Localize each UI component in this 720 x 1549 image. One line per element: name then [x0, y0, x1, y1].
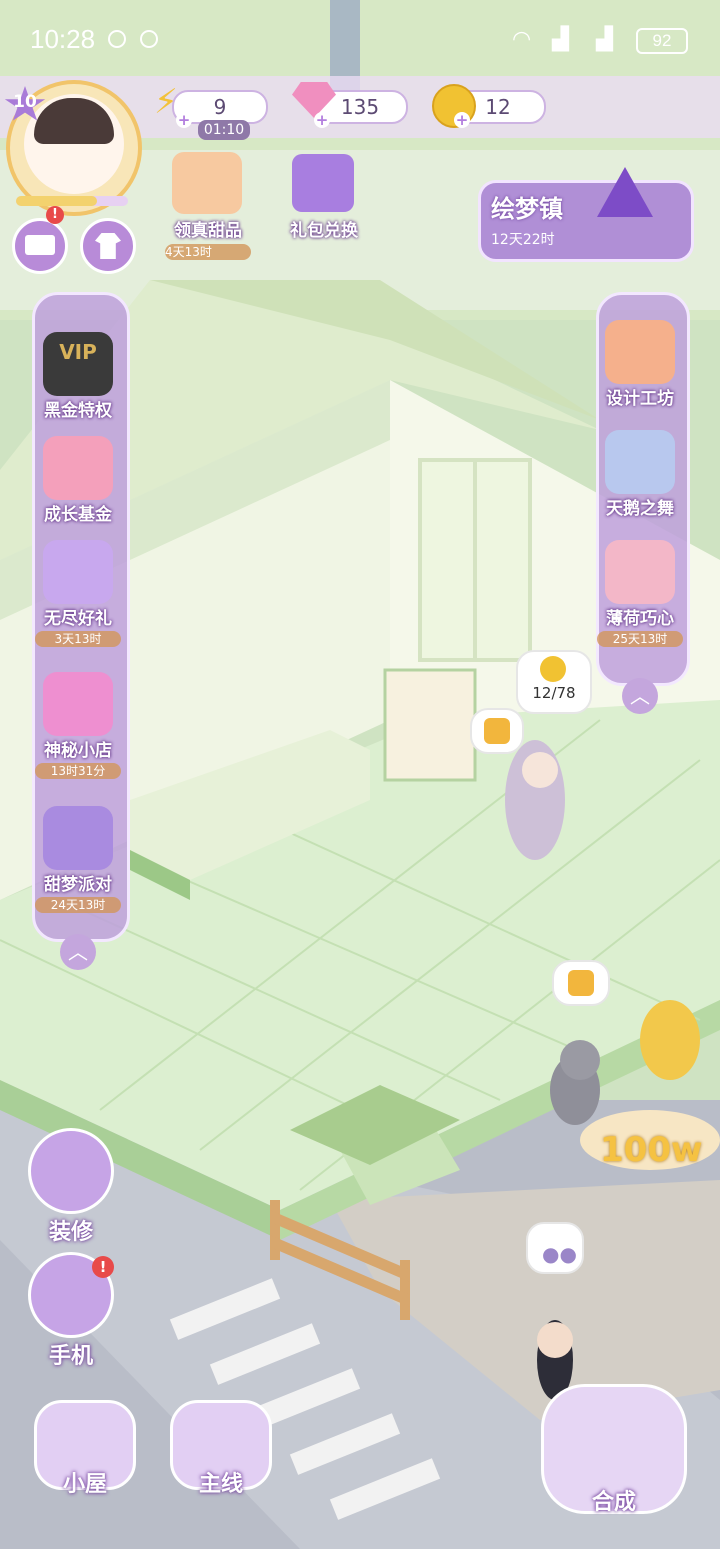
vip-privilege-label: 黑金特权 — [44, 401, 112, 421]
dream-town-label: 绘梦镇 — [491, 195, 563, 223]
dessert-event-button[interactable]: 领真甜品 4天13时 — [160, 140, 256, 260]
swan-dance-button[interactable]: 天鹅之舞 — [592, 430, 688, 519]
swan-dance-label: 天鹅之舞 — [606, 499, 674, 519]
sweet-dream-party-label: 甜梦派对 — [44, 875, 112, 895]
gift-boxes-icon — [43, 436, 113, 500]
decorate-label: 装修 — [48, 1220, 93, 1245]
outfit-icon — [95, 233, 121, 259]
wardrobe-button[interactable] — [80, 218, 136, 274]
design-workshop-label: 设计工坊 — [606, 389, 674, 409]
coin-progress-bubble[interactable]: 12/78 — [516, 650, 592, 714]
alert-badge-icon: ! — [46, 206, 64, 224]
exp-bar-fill — [16, 196, 97, 206]
clock: 10:28 — [30, 24, 96, 54]
vip-card-icon: VIP — [43, 332, 113, 396]
lightning-icon: ⚡ — [154, 82, 178, 122]
nav-merge-button[interactable]: 合成 — [540, 1384, 688, 1516]
dessert-event-timer: 4天13时 — [165, 244, 251, 260]
mint-heart-timer: 25天13时 — [597, 631, 683, 647]
add-gems-button[interactable]: + — [314, 112, 330, 128]
dream-town-banner[interactable]: 绘梦镇 12天22时 — [478, 167, 694, 262]
vip-privilege-button[interactable]: VIP 黑金特权 — [30, 332, 126, 421]
brush-icon — [28, 1128, 114, 1214]
pencil-ruler-icon — [605, 320, 675, 384]
energy-value: 9 — [213, 95, 227, 119]
signal-icon: ▟ — [596, 26, 613, 51]
gem-value: 135 — [340, 95, 380, 119]
mint-heart-label: 薄荷巧心 — [606, 609, 674, 629]
nav-merge-label: 合成 — [591, 1490, 636, 1515]
gift-redeem-label: 礼包兑换 — [290, 221, 358, 241]
coin-value: 12 — [485, 95, 511, 119]
add-energy-button[interactable]: + — [176, 112, 192, 128]
collapse-right-menu-icon[interactable]: ︿ — [622, 678, 658, 714]
endless-gift-label: 无尽好礼 — [44, 609, 112, 629]
order-bubble[interactable] — [552, 960, 610, 1006]
mystery-shop-label: 神秘小店 — [44, 741, 112, 761]
coin-icon — [540, 656, 566, 682]
mystery-shop-button[interactable]: 神秘小店 13时31分 — [30, 672, 126, 779]
collapse-left-menu-icon[interactable]: ︿ — [60, 934, 96, 970]
cake-icon — [172, 152, 242, 214]
gift-box-icon — [292, 154, 354, 212]
dessert-icon — [568, 970, 594, 996]
mystery-shop-timer: 13时31分 — [35, 763, 121, 779]
cake-icon — [605, 540, 675, 604]
dessert-icon — [484, 718, 510, 744]
ellipsis-icon: ●● — [542, 1242, 577, 1266]
party-cards-icon — [43, 806, 113, 870]
nav-house-label: 小屋 — [62, 1472, 107, 1497]
endless-gift-timer: 3天13时 — [35, 631, 121, 647]
player-level: 10 — [13, 92, 37, 112]
chat-bubble[interactable]: ●● — [526, 1222, 584, 1274]
sweet-dream-party-timer: 24天13时 — [35, 897, 121, 913]
wifi-icon: ◠ — [512, 26, 532, 51]
feather-icon — [605, 430, 675, 494]
nav-story-button[interactable]: 主线 — [166, 1400, 276, 1498]
mail-button[interactable] — [12, 218, 68, 274]
nav-house-button[interactable]: 小屋 — [30, 1400, 140, 1498]
treasure-chest-icon — [43, 672, 113, 736]
dessert-event-label: 领真甜品 — [174, 221, 242, 241]
coin-progress-text: 12/78 — [532, 684, 576, 702]
design-workshop-button[interactable]: 设计工坊 — [592, 320, 688, 409]
add-coins-button[interactable]: + — [454, 112, 470, 128]
gift-redeem-button[interactable]: 礼包兑换 — [276, 140, 372, 250]
alert-badge-icon: ! — [92, 1256, 114, 1278]
growth-fund-button[interactable]: 成长基金 — [30, 436, 126, 525]
order-bubble[interactable] — [470, 708, 524, 754]
mail-icon — [25, 235, 55, 255]
notification-icon — [108, 30, 126, 48]
phone-label: 手机 — [48, 1344, 93, 1369]
dream-town-timer: 12天22时 — [491, 232, 555, 248]
growth-fund-label: 成长基金 — [44, 505, 112, 525]
mint-heart-button[interactable]: 薄荷巧心 25天13时 — [592, 540, 688, 647]
fountain-label: 100w — [600, 1130, 703, 1170]
exp-bar — [16, 196, 128, 206]
decorate-button[interactable]: 装修 — [24, 1128, 118, 1246]
sweet-dream-party-button[interactable]: 甜梦派对 24天13时 — [30, 806, 126, 913]
status-bar: 10:28 ◠ ▟ ▟ 92 — [0, 0, 720, 78]
energy-timer: 01:10 — [198, 120, 250, 140]
signal-icon: ▟ — [552, 26, 569, 51]
hair-shape — [34, 98, 114, 144]
endless-gift-button[interactable]: 无尽好礼 3天13时 — [30, 540, 126, 647]
battery-indicator: 92 — [636, 28, 688, 54]
notification-icon — [140, 30, 158, 48]
nav-story-label: 主线 — [198, 1472, 243, 1497]
cat-card-icon — [43, 540, 113, 604]
